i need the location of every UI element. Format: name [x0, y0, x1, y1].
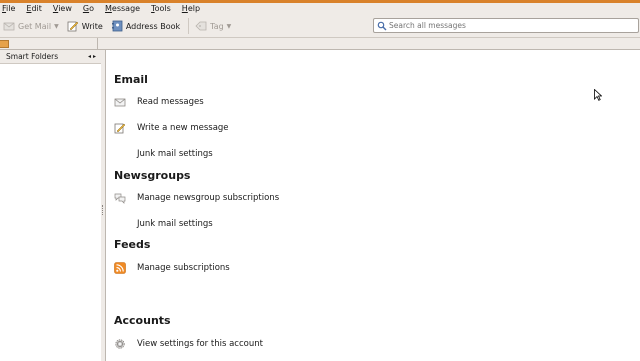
- view-account-settings-link[interactable]: View settings for this account: [114, 337, 263, 351]
- newsgroups-junk-settings-link[interactable]: Junk mail settings: [114, 217, 213, 231]
- folder-pane-title: Smart Folders: [6, 52, 59, 61]
- view-account-settings-label: View settings for this account: [137, 339, 263, 349]
- write-message-link[interactable]: Write a new message: [114, 121, 229, 135]
- tab-strip: [0, 38, 640, 50]
- email-section-title: Email: [114, 73, 148, 86]
- tag-dropdown-icon[interactable]: ▼: [227, 23, 232, 30]
- tag-icon: [195, 21, 207, 31]
- folder-view-switch-icon[interactable]: ◂▸: [88, 53, 98, 60]
- address-book-label: Address Book: [125, 21, 181, 31]
- account-central-pane: Email Read messages Write a new message …: [105, 50, 640, 361]
- write-label: Write: [81, 21, 103, 31]
- menu-bar: File Edit View Go Message Tools Help: [0, 3, 640, 15]
- get-mail-dropdown-icon[interactable]: ▼: [54, 23, 59, 30]
- manage-feed-subscriptions-link[interactable]: Manage subscriptions: [114, 261, 230, 275]
- toolbar-separator: [188, 18, 190, 34]
- email-junk-settings-link[interactable]: Junk mail settings: [114, 147, 213, 161]
- menu-edit[interactable]: Edit: [24, 3, 42, 15]
- search-box[interactable]: [373, 18, 639, 33]
- email-junk-settings-label: Junk mail settings: [137, 149, 213, 159]
- manage-feed-subscriptions-label: Manage subscriptions: [137, 263, 230, 273]
- search-input[interactable]: [389, 21, 629, 30]
- mouse-cursor: [594, 89, 602, 101]
- get-mail-icon: [3, 22, 15, 31]
- newsgroups-junk-settings-label: Junk mail settings: [137, 219, 213, 229]
- get-mail-button[interactable]: Get Mail ▼: [0, 17, 62, 35]
- gear-icon: [115, 339, 125, 349]
- menu-view[interactable]: View: [51, 3, 72, 15]
- newsgroup-icon: [114, 193, 126, 204]
- newsgroups-junk-spacer: [114, 218, 126, 230]
- menu-go[interactable]: Go: [81, 3, 94, 15]
- menu-file[interactable]: File: [0, 3, 15, 15]
- accounts-section-title: Accounts: [114, 314, 171, 327]
- folder-tab-icon[interactable]: [0, 40, 9, 48]
- search-icon[interactable]: [377, 21, 387, 31]
- write-button[interactable]: Write: [64, 17, 106, 35]
- write-message-icon: [114, 123, 126, 134]
- read-messages-link[interactable]: Read messages: [114, 95, 204, 109]
- tag-label: Tag: [210, 21, 224, 31]
- manage-newsgroups-link[interactable]: Manage newsgroup subscriptions: [114, 191, 279, 205]
- newsgroups-section-title: Newsgroups: [114, 169, 191, 182]
- menu-tools[interactable]: Tools: [149, 3, 171, 15]
- write-icon: [67, 21, 79, 32]
- manage-newsgroups-label: Manage newsgroup subscriptions: [137, 193, 280, 203]
- folder-pane: Smart Folders ◂▸: [0, 50, 102, 361]
- feeds-section-title: Feeds: [114, 238, 151, 251]
- read-messages-label: Read messages: [137, 97, 204, 107]
- menu-message[interactable]: Message: [103, 3, 140, 15]
- address-book-button[interactable]: Address Book: [108, 17, 183, 35]
- menu-help[interactable]: Help: [180, 3, 200, 15]
- get-mail-label: Get Mail: [18, 21, 52, 31]
- read-messages-icon: [114, 98, 126, 107]
- write-message-label: Write a new message: [137, 123, 229, 133]
- tag-button[interactable]: Tag ▼: [192, 17, 234, 35]
- tab-divider: [97, 38, 98, 49]
- email-junk-spacer: [114, 148, 126, 160]
- rss-feed-icon: [114, 262, 126, 274]
- address-book-icon: [111, 20, 123, 32]
- folder-pane-header[interactable]: Smart Folders ◂▸: [0, 50, 101, 64]
